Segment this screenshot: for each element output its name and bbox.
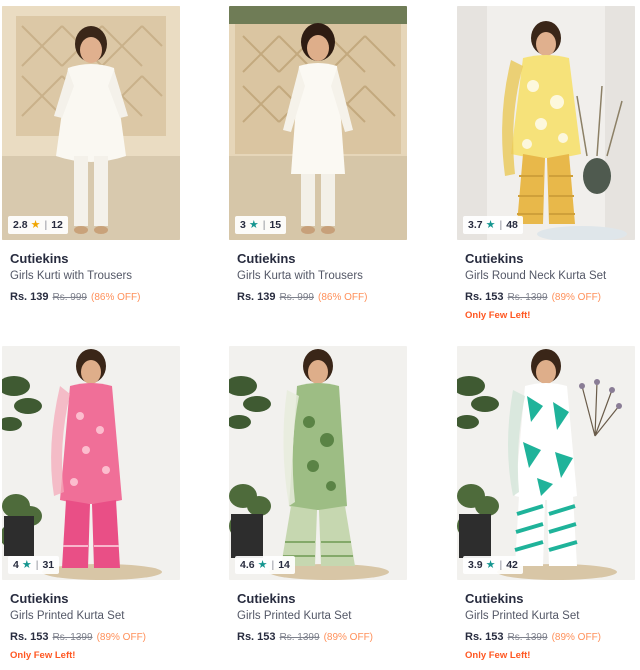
rating-badge: 4.6 ★ | 14 (235, 556, 295, 574)
product-image[interactable]: 2.8 ★ | 12 (2, 6, 180, 240)
product-brand: Cutiekins (465, 251, 524, 266)
few-left-label: Only Few Left! (465, 310, 531, 321)
product-brand: Cutiekins (237, 591, 296, 606)
divider: | (262, 219, 266, 231)
divider: | (35, 559, 39, 571)
product-image[interactable]: 3.7 ★ | 48 (457, 6, 635, 240)
divider: | (271, 559, 275, 571)
product-grid: 2.8 ★ | 12 Cutiekins Girls Kurti with Tr… (0, 0, 640, 670)
product-title: Girls Round Neck Kurta Set (465, 270, 607, 282)
product-price: Rs. 153 (465, 291, 504, 303)
product-discount: (89% OFF) (551, 292, 602, 303)
product-mrp: Rs. 999 (52, 292, 87, 303)
product-photo (2, 346, 180, 580)
product-brand: Cutiekins (10, 251, 69, 266)
divider: | (44, 219, 48, 231)
few-left-label: Only Few Left! (465, 650, 531, 661)
product-title: Girls Kurti with Trousers (10, 270, 133, 282)
divider: | (499, 219, 503, 231)
product-card[interactable]: 4.6 ★ | 14 Cutiekins Girls Printed Kurta… (229, 346, 409, 643)
product-photo (2, 6, 180, 240)
rating-count: 15 (269, 219, 282, 231)
star-icon: ★ (485, 558, 496, 571)
product-card[interactable]: 3 ★ | 15 Cutiekins Girls Kurta with Trou… (229, 6, 409, 303)
product-card[interactable]: 2.8 ★ | 12 Cutiekins Girls Kurti with Tr… (2, 6, 182, 303)
rating-count: 12 (51, 219, 63, 231)
rating-badge: 4 ★ | 31 (8, 556, 60, 574)
product-photo (229, 346, 407, 580)
product-price: Rs. 139 (10, 291, 49, 303)
star-icon: ★ (30, 218, 41, 231)
product-image[interactable]: 3.9 ★ | 42 (457, 346, 635, 580)
product-discount: (89% OFF) (323, 632, 374, 643)
product-mrp: Rs. 999 (279, 292, 314, 303)
rating-count: 42 (506, 559, 518, 571)
product-card[interactable]: 3.7 ★ | 48 Cutiekins Girls Round Neck Ku… (457, 6, 637, 322)
rating-badge: 3 ★ | 15 (235, 216, 287, 234)
product-mrp: Rs. 1399 (52, 632, 93, 643)
product-price: Rs. 153 (465, 631, 504, 643)
rating-count: 31 (42, 559, 55, 571)
product-discount: (86% OFF) (91, 292, 141, 303)
product-image[interactable]: 4.6 ★ | 14 (229, 346, 407, 580)
product-price: Rs. 139 (237, 291, 276, 303)
product-mrp: Rs. 1399 (279, 632, 320, 643)
star-icon: ★ (248, 218, 259, 231)
rating-value: 3.7 (468, 219, 483, 231)
product-title: Girls Printed Kurta Set (465, 610, 580, 622)
product-title: Girls Kurta with Trousers (237, 270, 363, 282)
product-mrp: Rs. 1399 (507, 292, 548, 303)
product-title: Girls Printed Kurta Set (237, 610, 352, 622)
rating-value: 3.9 (468, 559, 483, 571)
product-brand: Cutiekins (237, 251, 296, 266)
rating-value: 4.6 (240, 559, 255, 571)
rating-badge: 3.9 ★ | 42 (463, 556, 523, 574)
product-image[interactable]: 4 ★ | 31 (2, 346, 180, 580)
product-image[interactable]: 3 ★ | 15 (229, 6, 407, 240)
product-card[interactable]: 3.9 ★ | 42 Cutiekins Girls Printed Kurta… (457, 346, 637, 662)
price-row: Rs. 153 Rs. 1399 (89% OFF) (2, 631, 182, 643)
product-discount: (89% OFF) (96, 632, 147, 643)
rating-value: 3 (240, 219, 246, 231)
price-row: Rs. 153 Rs. 1399 (89% OFF) (457, 291, 637, 303)
product-mrp: Rs. 1399 (507, 632, 548, 643)
rating-value: 2.8 (13, 219, 28, 231)
divider: | (499, 559, 503, 571)
product-photo (457, 6, 635, 240)
price-row: Rs. 153 Rs. 1399 (89% OFF) (457, 631, 637, 643)
rating-value: 4 (13, 559, 19, 571)
product-photo (457, 346, 635, 580)
rating-count: 14 (278, 559, 290, 571)
product-brand: Cutiekins (465, 591, 524, 606)
price-row: Rs. 153 Rs. 1399 (89% OFF) (229, 631, 409, 643)
few-left-label: Only Few Left! (10, 650, 76, 661)
star-icon: ★ (21, 558, 32, 571)
product-price: Rs. 153 (237, 631, 276, 643)
product-brand: Cutiekins (10, 591, 69, 606)
star-icon: ★ (485, 218, 496, 231)
price-row: Rs. 139 Rs. 999 (86% OFF) (229, 291, 409, 303)
product-photo (229, 6, 407, 240)
price-row: Rs. 139 Rs. 999 (86% OFF) (2, 291, 182, 303)
rating-badge: 2.8 ★ | 12 (8, 216, 68, 234)
rating-badge: 3.7 ★ | 48 (463, 216, 523, 234)
star-icon: ★ (257, 558, 268, 571)
product-title: Girls Printed Kurta Set (10, 610, 125, 622)
rating-count: 48 (506, 219, 518, 231)
product-price: Rs. 153 (10, 631, 49, 643)
product-card[interactable]: 4 ★ | 31 Cutiekins Girls Printed Kurta S… (2, 346, 182, 662)
product-discount: (89% OFF) (551, 632, 602, 643)
product-discount: (86% OFF) (318, 292, 368, 303)
